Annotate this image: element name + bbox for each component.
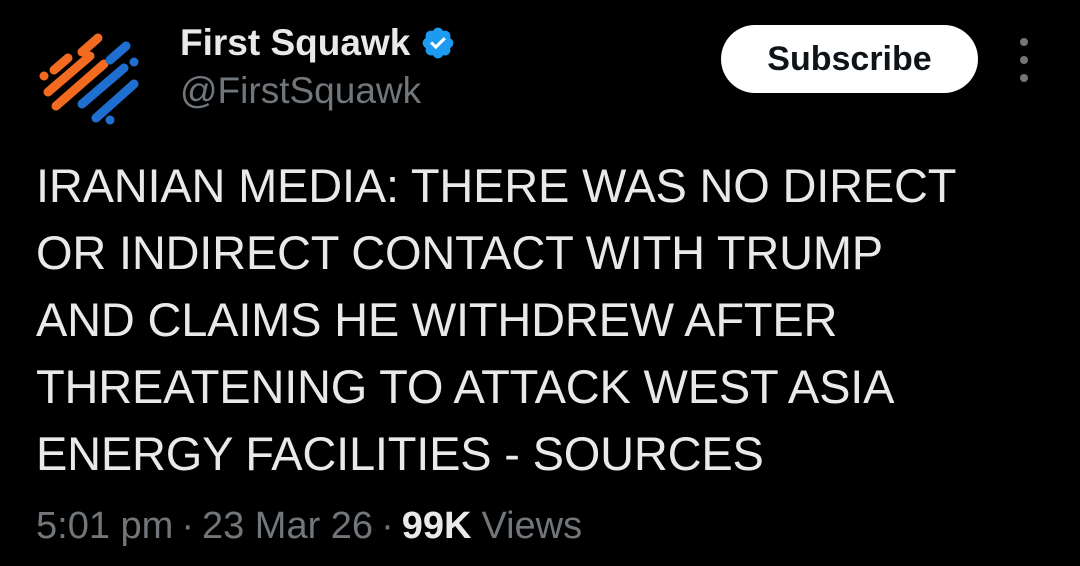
- account-handle[interactable]: @FirstSquawk: [180, 70, 421, 112]
- tweet-time[interactable]: 5:01 pm: [36, 505, 173, 548]
- more-dot: [1020, 56, 1028, 64]
- more-dot: [1020, 74, 1028, 82]
- tweet-meta: 5:01 pm · 23 Mar 26 · 99K Views: [36, 505, 582, 548]
- views-count[interactable]: 99K: [402, 505, 472, 548]
- subscribe-button[interactable]: Subscribe: [721, 25, 978, 93]
- more-dot: [1020, 38, 1028, 46]
- first-squawk-logo-icon[interactable]: [34, 20, 142, 128]
- tweet-text: IRANIAN MEDIA: THERE WAS NO DIRECT OR IN…: [36, 159, 957, 480]
- tweet-date[interactable]: 23 Mar 26: [202, 505, 373, 548]
- verified-badge-icon[interactable]: [420, 25, 456, 61]
- tweet: First Squawk @FirstSquawk Subscribe IRAN…: [0, 0, 1080, 566]
- display-name[interactable]: First Squawk: [180, 22, 410, 64]
- account-name-row: First Squawk: [180, 20, 456, 66]
- views-label[interactable]: Views: [481, 505, 582, 548]
- more-vertical-icon[interactable]: [1008, 38, 1040, 82]
- meta-separator: ·: [181, 505, 194, 547]
- meta-separator: ·: [381, 505, 394, 547]
